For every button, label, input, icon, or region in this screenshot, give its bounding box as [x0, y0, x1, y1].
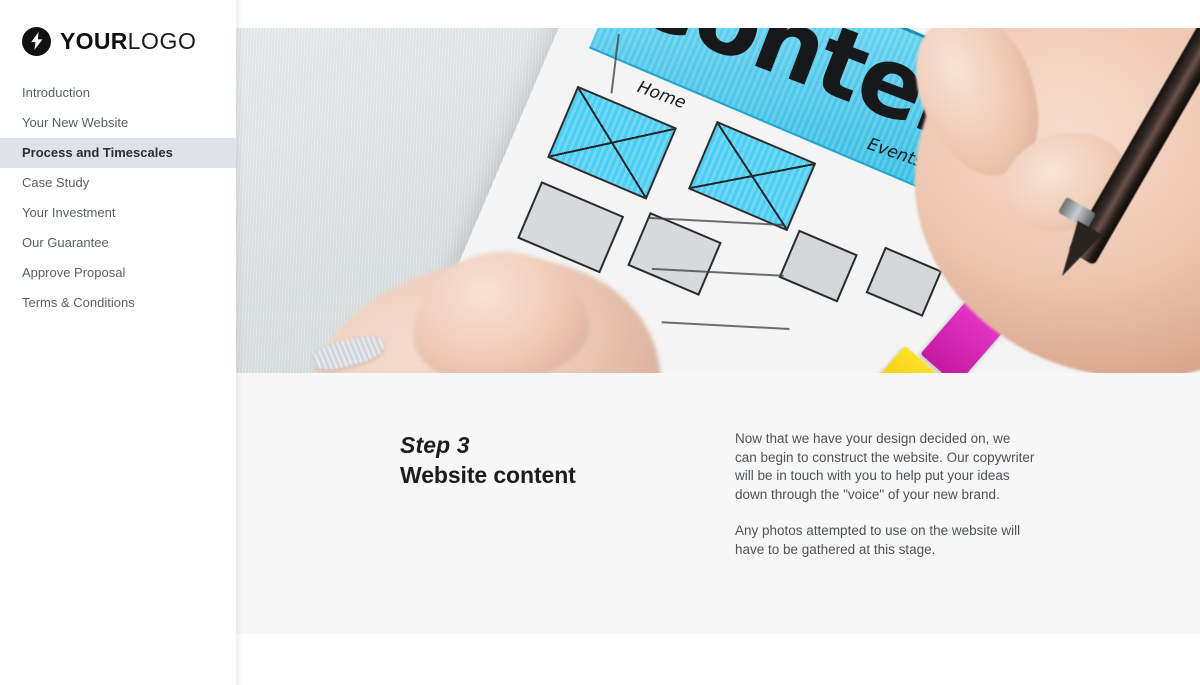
footer-spacer [236, 634, 1200, 685]
sidebar-item-terms-and-conditions[interactable]: Terms & Conditions [0, 288, 236, 318]
body-paragraph: Any photos attempted to use on the websi… [735, 523, 1021, 557]
wireframe-cross-icon [549, 88, 675, 198]
sidebar-item-your-investment[interactable]: Your Investment [0, 198, 236, 228]
sidebar-item-your-new-website[interactable]: Your New Website [0, 108, 236, 138]
wireframe-box [865, 246, 943, 317]
top-spacer [236, 0, 1200, 28]
content-section: Step 3 Website content Now that we have … [236, 373, 1200, 634]
brand-wordmark: YOURLOGO [60, 27, 197, 54]
content-columns: Step 3 Website content Now that we have … [400, 430, 1140, 559]
main-column: Content Home Events Step 3 Website conte… [236, 0, 1200, 685]
wireframe-box [687, 120, 817, 232]
sidebar-item-introduction[interactable]: Introduction [0, 78, 236, 108]
sidebar-nav: Introduction Your New Website Process an… [0, 78, 236, 318]
proposal-page: YOURLOGO Introduction Your New Website P… [0, 0, 1200, 685]
body-column: Now that we have your design decided on,… [735, 430, 1035, 559]
sidebar-item-our-guarantee[interactable]: Our Guarantee [0, 228, 236, 258]
wireframe-rule [661, 321, 790, 330]
body-paragraph: Now that we have your design decided on,… [735, 431, 1035, 502]
sidebar: YOURLOGO Introduction Your New Website P… [0, 0, 243, 685]
step-label: Step 3 [400, 432, 470, 458]
hero-image: Content Home Events [236, 28, 1200, 373]
brand-name-bold: YOUR [60, 27, 128, 54]
heading-column: Step 3 Website content [400, 430, 735, 559]
sidebar-item-process-and-timescales[interactable]: Process and Timescales [0, 138, 236, 168]
brand-name-light: LOGO [127, 27, 197, 54]
wireframe-cross-icon [690, 123, 814, 229]
lightning-bolt-icon [22, 26, 51, 56]
wireframe-box [627, 212, 722, 296]
wireframe-box [778, 229, 858, 303]
brand-logo[interactable]: YOURLOGO [22, 26, 197, 56]
sidebar-item-case-study[interactable]: Case Study [0, 168, 236, 198]
step-title: Website content [400, 462, 576, 489]
sidebar-item-approve-proposal[interactable]: Approve Proposal [0, 258, 236, 288]
